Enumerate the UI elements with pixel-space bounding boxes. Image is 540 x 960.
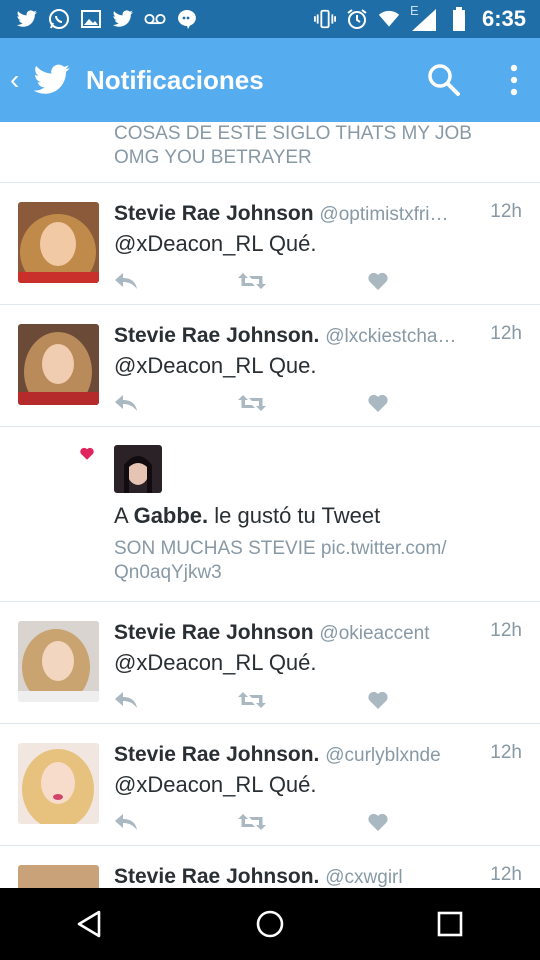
like-notification-text: A Gabbe. le gustó tu Tweet bbox=[114, 503, 381, 528]
tweet-time: 12h bbox=[490, 620, 522, 641]
author-handle[interactable]: @okieaccent bbox=[319, 623, 429, 644]
back-chevron-icon[interactable]: ‹ bbox=[10, 64, 30, 96]
liked-tweet-text: SON MUCHAS STEVIE pic.twitter.com/ Qn0aq… bbox=[114, 538, 447, 583]
reply-icon bbox=[115, 692, 137, 708]
system-nav-bar bbox=[0, 888, 540, 960]
heart-icon bbox=[368, 691, 388, 709]
chat-icon bbox=[176, 8, 198, 30]
search-button[interactable] bbox=[420, 56, 468, 104]
wifi-icon bbox=[378, 8, 400, 30]
tweet-text: @xDeacon_RL Qué. bbox=[114, 772, 317, 797]
author-name[interactable]: Stevie Rae Johnson bbox=[114, 202, 314, 225]
tweet-text: @xDeacon_RL Qué. bbox=[114, 231, 317, 256]
tweet-actions bbox=[114, 688, 414, 712]
whatsapp-icon bbox=[48, 8, 70, 30]
app-bar: ‹ Notificaciones bbox=[0, 38, 540, 122]
like-notification[interactable]: A Gabbe. le gustó tu Tweet SON MUCHAS ST… bbox=[0, 427, 540, 602]
heart-icon bbox=[368, 394, 388, 412]
heart-icon bbox=[368, 813, 388, 831]
notifications-feed[interactable]: COSAS DE ESTE SIGLO THATS MY JOB OMG YOU… bbox=[0, 122, 540, 888]
avatar[interactable] bbox=[114, 445, 162, 493]
avatar[interactable] bbox=[18, 743, 99, 824]
tweet-item[interactable]: Stevie Rae Johnson. @cxwgirl 12h bbox=[0, 846, 540, 888]
recents-icon bbox=[437, 911, 463, 937]
liker-name[interactable]: Gabbe. bbox=[134, 503, 209, 528]
like-button[interactable] bbox=[368, 391, 388, 415]
tweet-text: @xDeacon_RL Qué. bbox=[114, 650, 317, 675]
tweet-actions bbox=[114, 269, 414, 293]
tweet-item[interactable]: Stevie Rae Johnson. @curlyblxnde 12h @xD… bbox=[0, 724, 540, 846]
author-handle[interactable]: @cxwgirl bbox=[325, 867, 402, 888]
reply-button[interactable] bbox=[114, 269, 138, 293]
back-icon bbox=[77, 910, 101, 938]
retweet-icon bbox=[238, 814, 266, 830]
nav-back-button[interactable] bbox=[60, 894, 120, 954]
tweet-item[interactable]: Stevie Rae Johnson. @lxckiestcha… 12h @x… bbox=[0, 305, 540, 427]
home-icon bbox=[256, 910, 284, 938]
avatar[interactable] bbox=[18, 621, 99, 702]
avatar[interactable] bbox=[18, 202, 99, 283]
tweet-time: 12h bbox=[490, 742, 522, 763]
status-bar: E 6:35 bbox=[0, 0, 540, 38]
retweet-icon bbox=[238, 692, 266, 708]
nav-home-button[interactable] bbox=[240, 894, 300, 954]
avatar[interactable] bbox=[18, 324, 99, 405]
tweet-item[interactable]: Stevie Rae Johnson @optimistxfri… 12h @x… bbox=[0, 183, 540, 305]
like-button[interactable] bbox=[368, 269, 388, 293]
reply-button[interactable] bbox=[114, 810, 138, 834]
voicemail-icon bbox=[144, 8, 166, 30]
vibrate-icon bbox=[313, 8, 336, 30]
author-name[interactable]: Stevie Rae Johnson bbox=[114, 621, 314, 644]
retweet-button[interactable] bbox=[238, 391, 266, 415]
tweet-time: 12h bbox=[490, 323, 522, 344]
nav-recents-button[interactable] bbox=[420, 894, 480, 954]
clock-time: 6:35 bbox=[481, 6, 526, 31]
twitter-icon bbox=[16, 8, 38, 30]
retweet-icon bbox=[238, 395, 266, 411]
tweet-time: 12h bbox=[490, 201, 522, 222]
tweet-item[interactable]: Stevie Rae Johnson @okieaccent 12h @xDea… bbox=[0, 602, 540, 724]
heart-icon bbox=[368, 272, 388, 290]
like-button[interactable] bbox=[368, 810, 388, 834]
like-button[interactable] bbox=[368, 688, 388, 712]
author-handle[interactable]: @lxckiestcha… bbox=[325, 326, 456, 347]
tweet-text: COSAS DE ESTE SIGLO THATS MY JOB OMG YOU… bbox=[114, 123, 472, 168]
avatar[interactable] bbox=[18, 865, 99, 888]
author-name[interactable]: Stevie Rae Johnson. bbox=[114, 743, 319, 766]
more-vertical-icon bbox=[510, 64, 518, 96]
retweet-button[interactable] bbox=[238, 688, 266, 712]
battery-icon bbox=[448, 7, 470, 31]
page-title: Notificaciones bbox=[86, 64, 264, 95]
reply-button[interactable] bbox=[114, 391, 138, 415]
reply-icon bbox=[115, 273, 137, 289]
search-icon bbox=[428, 64, 460, 96]
overflow-menu-button[interactable] bbox=[496, 56, 532, 104]
retweet-button[interactable] bbox=[238, 810, 266, 834]
alarm-icon bbox=[346, 8, 368, 30]
twitter-logo-icon[interactable] bbox=[32, 64, 72, 96]
author-name[interactable]: Stevie Rae Johnson. bbox=[114, 865, 319, 888]
tweet-time: 12h bbox=[490, 864, 522, 885]
twitter-icon bbox=[112, 8, 134, 30]
author-handle[interactable]: @optimistxfri… bbox=[319, 204, 448, 225]
author-handle[interactable]: @curlyblxnde bbox=[325, 745, 440, 766]
reply-icon bbox=[115, 814, 137, 830]
author-name[interactable]: Stevie Rae Johnson. bbox=[114, 324, 319, 347]
tweet-text: @xDeacon_RL Que. bbox=[114, 353, 317, 378]
retweet-icon bbox=[238, 273, 266, 289]
tweet-actions bbox=[114, 810, 414, 834]
heart-icon bbox=[80, 447, 94, 461]
reply-button[interactable] bbox=[114, 688, 138, 712]
reply-icon bbox=[115, 395, 137, 411]
signal-icon: E bbox=[410, 3, 438, 31]
image-icon bbox=[80, 8, 102, 30]
partial-tweet[interactable]: COSAS DE ESTE SIGLO THATS MY JOB OMG YOU… bbox=[0, 122, 540, 183]
retweet-button[interactable] bbox=[238, 269, 266, 293]
tweet-actions bbox=[114, 391, 414, 415]
